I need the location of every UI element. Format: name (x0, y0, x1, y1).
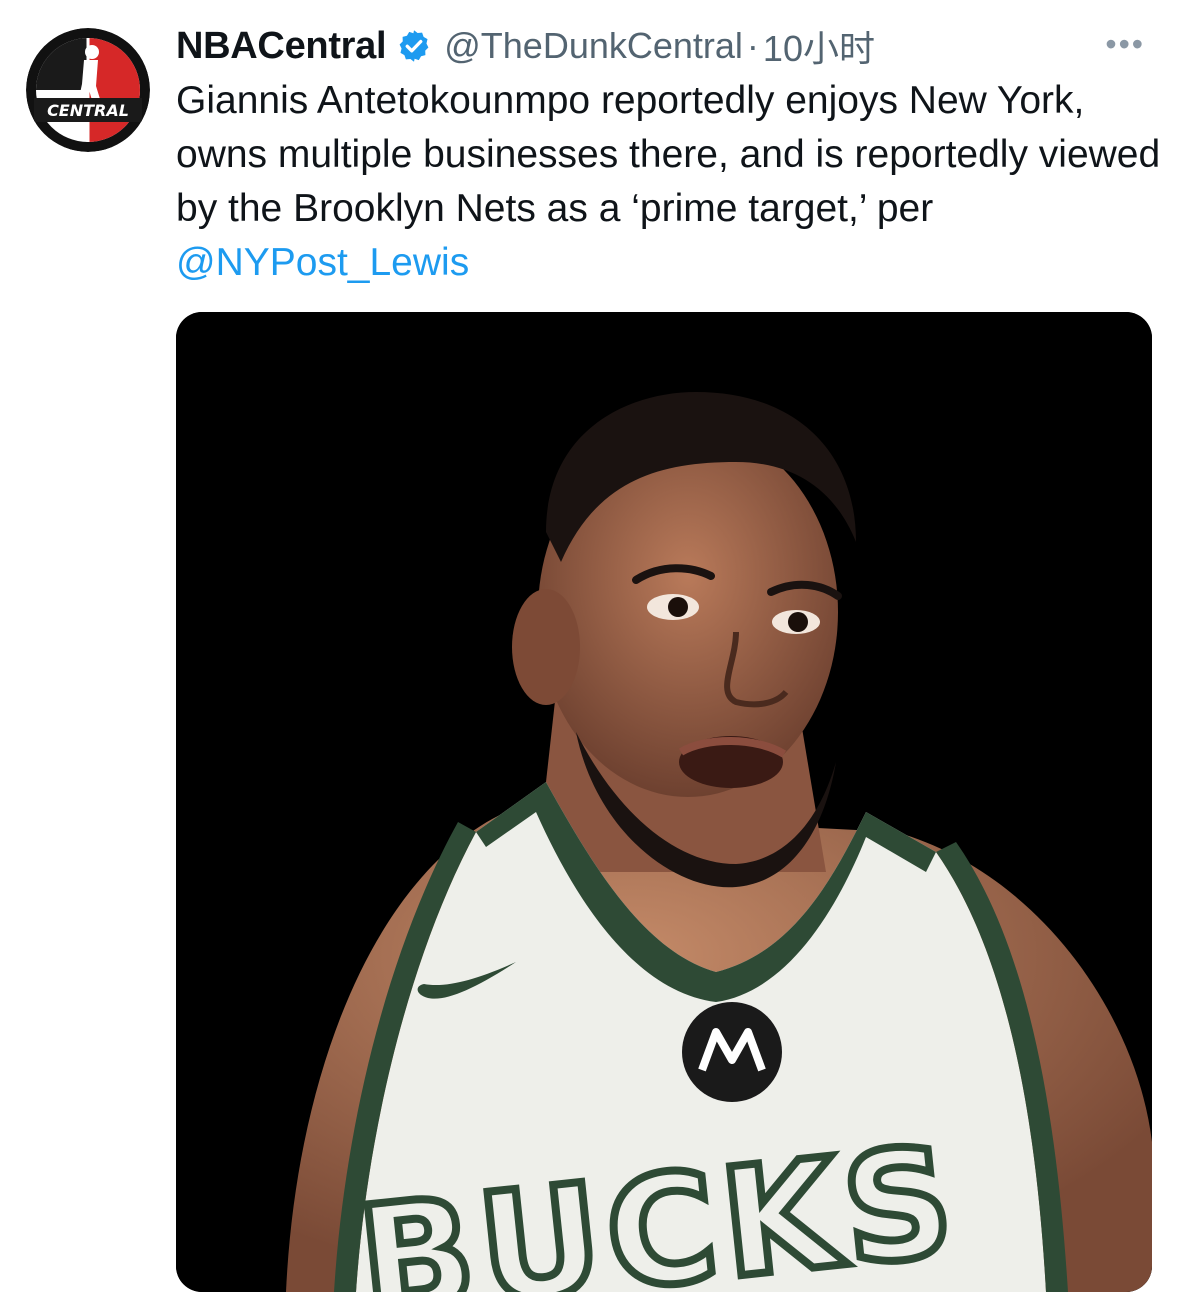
player-photo: BUCKS (176, 312, 1152, 1292)
tweet-text: Giannis Antetokounmpo reportedly enjoys … (176, 74, 1166, 290)
verified-badge-icon (396, 28, 432, 64)
nbacentral-logo-icon: CENTRAL (26, 28, 150, 152)
more-options-icon[interactable]: ••• (1105, 26, 1145, 63)
tweet-media-photo[interactable]: BUCKS (176, 312, 1152, 1292)
avatar-text: CENTRAL (47, 101, 129, 120)
tweet-timestamp[interactable]: 10小时 (763, 20, 875, 72)
tweet-body: Giannis Antetokounmpo reportedly enjoys … (176, 79, 1161, 230)
author-handle[interactable]: @TheDunkCentral (444, 25, 743, 67)
tweet-header: NBACentral @TheDunkCentral · 10小时 ••• (176, 20, 1159, 72)
separator-dot: · (746, 25, 759, 66)
mention-link[interactable]: @NYPost_Lewis (176, 241, 469, 284)
avatar[interactable]: CENTRAL (26, 28, 150, 152)
author-display-name[interactable]: NBACentral (176, 25, 387, 68)
